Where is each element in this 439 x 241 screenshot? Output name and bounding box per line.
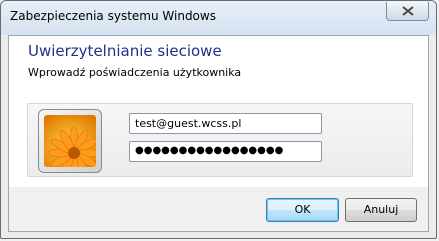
title-bar[interactable]: Zabezpieczenia systemu Windows [1,1,436,35]
ok-button[interactable]: OK [266,198,339,222]
close-button[interactable] [386,2,429,21]
user-tile-icon [38,109,102,173]
close-icon [402,6,414,16]
dialog-window: Zabezpieczenia systemu Windows Uwierzyte… [0,0,437,239]
page-title: Uwierzytelnianie sieciowe [28,42,222,60]
username-field[interactable]: test@guest.wcss.pl [129,113,322,134]
content-area: Uwierzytelnianie sieciowe Wprowadź poświ… [9,36,428,187]
cancel-button[interactable]: Anuluj [345,198,417,222]
password-field[interactable]: ●●●●●●●●●●●●●●●●● [129,141,322,162]
flower-picture [44,115,96,167]
credential-tile: test@guest.wcss.pl ●●●●●●●●●●●●●●●●● [27,103,413,177]
dialog-client-area: Uwierzytelnianie sieciowe Wprowadź poświ… [8,35,429,232]
page-subtitle: Wprowadź poświadczenia użytkownika [28,66,242,79]
window-title: Zabezpieczenia systemu Windows [10,9,216,23]
